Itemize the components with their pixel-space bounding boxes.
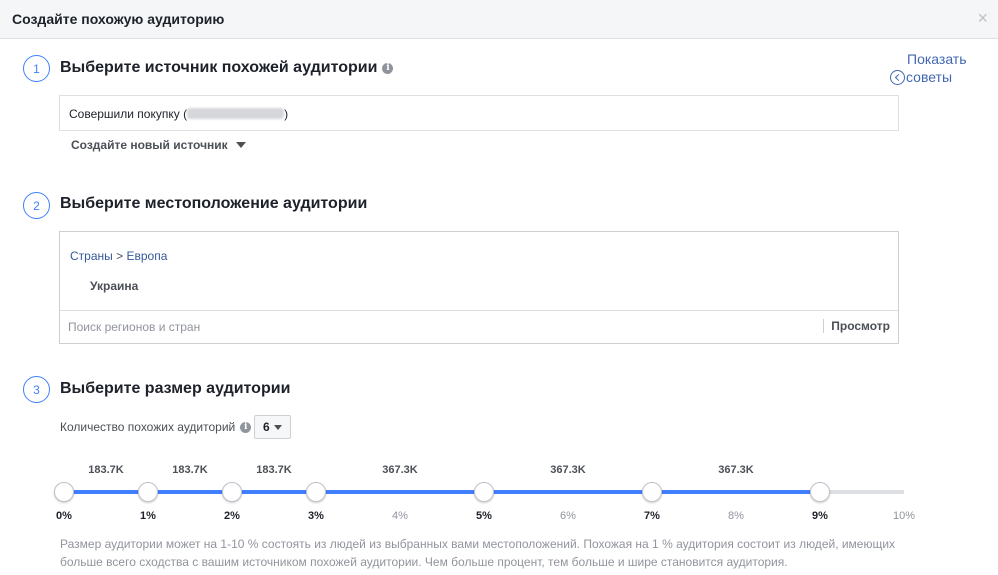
browse-button[interactable]: Просмотр xyxy=(823,319,890,333)
audience-size-label: 183.7K xyxy=(256,464,292,476)
close-icon[interactable]: × xyxy=(977,9,988,27)
blurred-source-name xyxy=(187,108,285,119)
audience-count-select[interactable]: 6 xyxy=(254,415,291,439)
location-search-input[interactable] xyxy=(68,320,808,334)
slider-tick-label: 9% xyxy=(812,510,828,522)
audience-count-text: Количество похожих аудиторий xyxy=(60,420,236,434)
slider-tick-label: 1% xyxy=(140,510,156,522)
breadcrumb-countries[interactable]: Страны xyxy=(70,249,113,263)
slider-tick-label: 6% xyxy=(560,510,576,522)
audience-size-description: Размер аудитории может на 1-10 % состоят… xyxy=(60,537,896,569)
step-2-number: 2 xyxy=(23,192,50,219)
step-3-number: 3 xyxy=(23,376,50,403)
slider-handle[interactable] xyxy=(810,482,830,502)
info-icon[interactable]: i xyxy=(240,421,252,433)
step-2-title: Выберите местоположение аудитории xyxy=(60,195,368,212)
create-new-source-button[interactable]: Создайте новый источник xyxy=(71,138,246,152)
slider-handle[interactable] xyxy=(138,482,158,502)
show-tips-label: Показать xyxy=(907,51,967,67)
selected-country[interactable]: Украина xyxy=(90,279,138,293)
location-search-row: Просмотр xyxy=(60,310,898,343)
slider-tick-label: 7% xyxy=(644,510,660,522)
audience-count-value: 6 xyxy=(263,420,270,434)
audience-size-label: 367.3K xyxy=(718,464,754,476)
slider-tick-label: 10% xyxy=(892,510,916,522)
audience-size-label: 183.7K xyxy=(88,464,124,476)
step-3-title: Выберите размер аудитории xyxy=(60,380,291,397)
chevron-left-icon xyxy=(890,69,905,85)
source-prefix: Совершили покупку ( xyxy=(69,107,188,121)
slider-tick-label: 3% xyxy=(308,510,324,522)
dialog-title: Создайте похожую аудиторию xyxy=(12,11,225,27)
slider-tick-label: 8% xyxy=(728,510,744,522)
source-suffix: ) xyxy=(284,107,289,121)
create-new-source-label: Создайте новый источник xyxy=(71,138,228,152)
slider-handle[interactable] xyxy=(642,482,662,502)
audience-size-label: 183.7K xyxy=(172,464,208,476)
dialog-header: Создайте похожую аудиторию × xyxy=(0,0,998,39)
breadcrumb-separator: > xyxy=(116,249,124,263)
step-1-title-text: Выберите источник похожей аудитории xyxy=(60,59,378,76)
slider-tick-label: 0% xyxy=(56,510,72,522)
location-breadcrumb: Страны > Европа xyxy=(70,249,167,263)
slider-tick-label: 2% xyxy=(224,510,240,522)
location-selector: Страны > Европа Украина Просмотр xyxy=(59,231,899,344)
slider-handle[interactable] xyxy=(306,482,326,502)
breadcrumb-europe[interactable]: Европа xyxy=(126,249,167,263)
slider-track-fill xyxy=(64,490,820,494)
slider-tick-label: 4% xyxy=(392,510,408,522)
tips-label: советы xyxy=(906,69,953,85)
show-tips-link[interactable]: Показать советы xyxy=(890,50,980,86)
slider-handle[interactable] xyxy=(222,482,242,502)
caret-down-icon xyxy=(273,424,282,430)
step-1-title: Выберите источник похожей аудитории i xyxy=(60,59,394,77)
slider-handle[interactable] xyxy=(474,482,494,502)
info-icon[interactable]: i xyxy=(382,62,394,74)
audience-size-label: 367.3K xyxy=(550,464,586,476)
audience-count-label: Количество похожих аудиторий i xyxy=(60,420,252,434)
caret-down-icon xyxy=(235,142,246,148)
step-1-number: 1 xyxy=(23,55,50,82)
source-field[interactable]: Совершили покупку () xyxy=(59,95,899,131)
audience-size-label: 367.3K xyxy=(382,464,418,476)
slider-tick-label: 5% xyxy=(476,510,492,522)
slider-handle[interactable] xyxy=(54,482,74,502)
